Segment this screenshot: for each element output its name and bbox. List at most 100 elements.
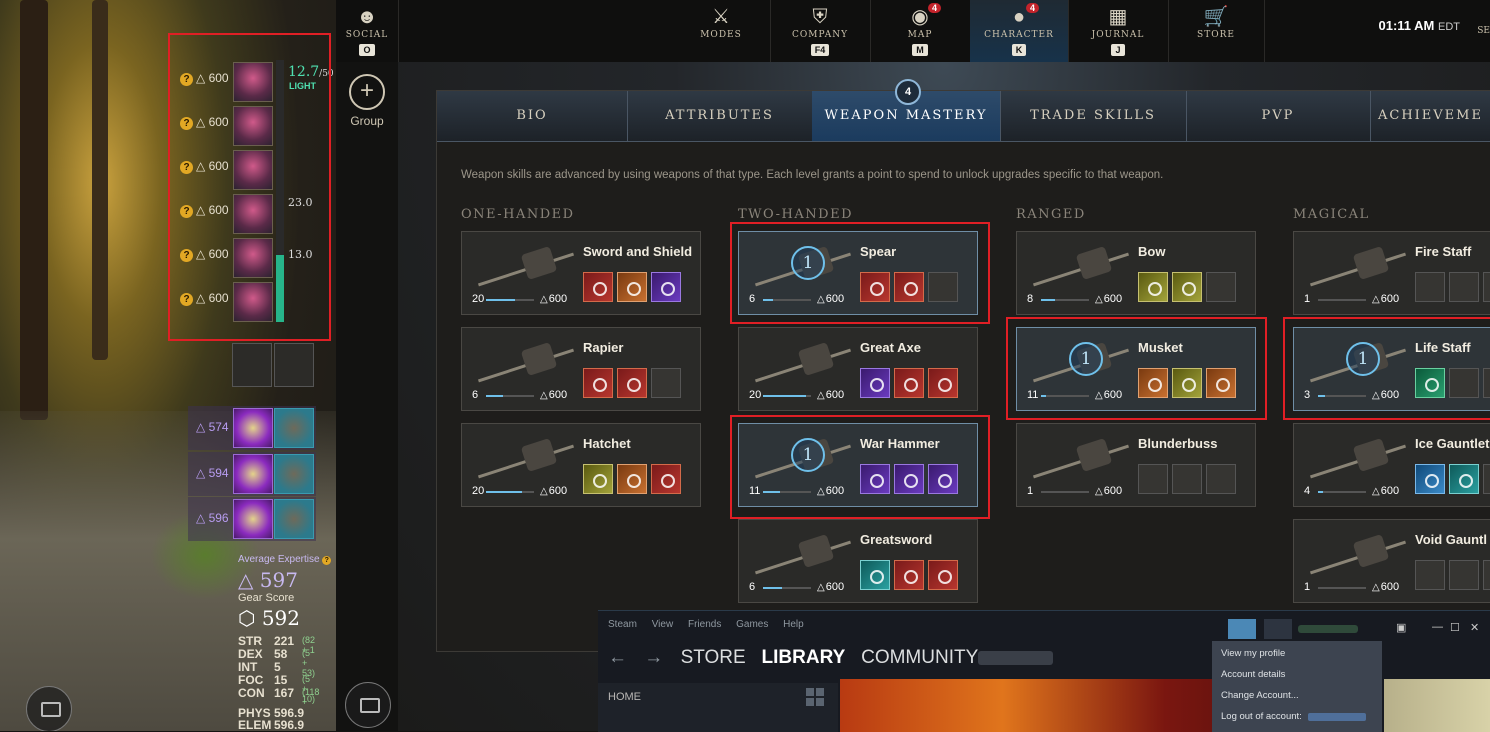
- skill-slot-icon[interactable]: [1483, 272, 1490, 302]
- nav-journal[interactable]: ▦ JOURNAL J: [1068, 0, 1169, 62]
- skill-slot-icon[interactable]: [1138, 272, 1168, 302]
- skill-slot-icon[interactable]: [1138, 464, 1168, 494]
- skill-slot-icon[interactable]: [1172, 272, 1202, 302]
- gear-slot-shield[interactable]: ? △ 600: [180, 280, 280, 322]
- gear-slot-hands[interactable]: ? △ 600: [180, 148, 280, 190]
- weapon-card[interactable]: Greatsword 6 600: [738, 519, 978, 603]
- skill-slot-icon[interactable]: [860, 464, 890, 494]
- weapon-card[interactable]: Musket 11 600 1: [1016, 327, 1256, 411]
- skill-slot-icon[interactable]: [1172, 368, 1202, 398]
- nav-company[interactable]: ⛨ COMPANY F4: [770, 0, 871, 62]
- skill-slot-icon[interactable]: [1206, 368, 1236, 398]
- skill-slot-icon[interactable]: [583, 368, 613, 398]
- skill-slot-icon[interactable]: [860, 560, 890, 590]
- skill-slot-icon[interactable]: [1138, 368, 1168, 398]
- game-banner[interactable]: [1384, 679, 1490, 732]
- weapon-card[interactable]: Void Gauntl 1 600: [1293, 519, 1490, 603]
- skill-slot-icon[interactable]: [860, 368, 890, 398]
- forward-arrow-icon[interactable]: →: [644, 647, 663, 668]
- tab-achievements[interactable]: ACHIEVEME: [1370, 91, 1490, 141]
- skill-slot-icon[interactable]: [928, 560, 958, 590]
- skill-slot-icon[interactable]: [894, 464, 924, 494]
- skill-slot-icon[interactable]: [651, 368, 681, 398]
- add-group-button[interactable]: +: [349, 74, 385, 110]
- weapon-card[interactable]: Sword and Shield 20 600: [461, 231, 701, 315]
- home-button[interactable]: HOME: [598, 683, 838, 732]
- skill-slot-icon[interactable]: [583, 464, 613, 494]
- skill-slot-icon[interactable]: [651, 464, 681, 494]
- maximize-icon[interactable]: ☐: [1450, 621, 1460, 634]
- skill-slot-icon[interactable]: [651, 272, 681, 302]
- tab-trade-skills[interactable]: TRADE SKILLS: [1000, 91, 1187, 141]
- skill-slot-icon[interactable]: [617, 464, 647, 494]
- skill-slot-icon[interactable]: [928, 368, 958, 398]
- grid-view-icon[interactable]: [806, 688, 826, 708]
- skill-slot-icon[interactable]: [1415, 368, 1445, 398]
- skill-slot-icon[interactable]: [1206, 272, 1236, 302]
- weapon-card[interactable]: Spear 6 600 1: [738, 231, 978, 315]
- skill-slot-icon[interactable]: [1483, 464, 1490, 494]
- menu-help[interactable]: Help: [783, 619, 804, 630]
- weapon-card[interactable]: Rapier 6 600: [461, 327, 701, 411]
- weapon-card[interactable]: Hatchet 20 600: [461, 423, 701, 507]
- skill-slot-icon[interactable]: [928, 464, 958, 494]
- announcement-icon[interactable]: [1228, 619, 1256, 639]
- gear-slot-legs[interactable]: ? △ 600: [180, 192, 280, 234]
- skill-slot-icon[interactable]: [1449, 560, 1479, 590]
- skill-slot-icon[interactable]: [1206, 464, 1236, 494]
- skill-slot-icon[interactable]: [1449, 272, 1479, 302]
- weapon-card[interactable]: Life Staff 3 600 1: [1293, 327, 1490, 411]
- nav-community-link[interactable]: COMMUNITY: [861, 647, 978, 668]
- nav-store[interactable]: 🛒 STORE: [1168, 0, 1265, 62]
- menu-view[interactable]: View: [652, 619, 674, 630]
- weapon-slot[interactable]: [232, 343, 272, 387]
- weapon-card[interactable]: War Hammer 11 600 1: [738, 423, 978, 507]
- skill-slot-icon[interactable]: [894, 272, 924, 302]
- gear-slot-chest[interactable]: ? △ 600: [180, 104, 280, 146]
- menu-steam[interactable]: Steam: [608, 619, 637, 630]
- tab-pvp[interactable]: PVP: [1186, 91, 1371, 141]
- menu-friends[interactable]: Friends: [688, 619, 721, 630]
- skill-slot-icon[interactable]: [1415, 464, 1445, 494]
- skill-slot-icon[interactable]: [894, 368, 924, 398]
- minimize-icon[interactable]: —: [1432, 621, 1443, 633]
- accessory-row[interactable]: △ 596: [188, 497, 316, 541]
- skill-slot-icon[interactable]: [617, 368, 647, 398]
- notification-icon[interactable]: [1264, 619, 1292, 639]
- skill-slot-icon[interactable]: [1172, 464, 1202, 494]
- skill-slot-icon[interactable]: [1449, 368, 1479, 398]
- nav-map[interactable]: ◉ 4 MAP M: [870, 0, 971, 62]
- menu-games[interactable]: Games: [736, 619, 768, 630]
- nav-store-link[interactable]: STORE: [681, 647, 746, 668]
- weapon-card[interactable]: Great Axe 20 600: [738, 327, 978, 411]
- skill-slot-icon[interactable]: [928, 272, 958, 302]
- chat-icon[interactable]: [345, 682, 391, 728]
- nav-character[interactable]: ● 4 CHARACTER K: [970, 0, 1069, 62]
- weapon-card[interactable]: Ice Gauntlet 4 600: [1293, 423, 1490, 507]
- skill-slot-icon[interactable]: [1483, 560, 1490, 590]
- screenshot-icon[interactable]: ▣: [1396, 621, 1406, 634]
- nav-settings-label[interactable]: SE: [1477, 26, 1490, 36]
- nav-social[interactable]: ☻ SOCIAL O: [336, 0, 399, 62]
- menu-view-profile[interactable]: View my profile: [1221, 648, 1285, 659]
- skill-slot-icon[interactable]: [617, 272, 647, 302]
- tab-attributes[interactable]: ATTRIBUTES: [627, 91, 813, 141]
- accessory-row[interactable]: △ 574: [188, 406, 316, 450]
- weapon-card[interactable]: Bow 8 600: [1016, 231, 1256, 315]
- back-arrow-icon[interactable]: ←: [608, 647, 627, 668]
- skill-slot-icon[interactable]: [1483, 368, 1490, 398]
- tab-bio[interactable]: BIO: [437, 91, 628, 141]
- chat-icon[interactable]: [26, 686, 72, 731]
- gear-slot-feet[interactable]: ? △ 600: [180, 236, 280, 278]
- close-icon[interactable]: ✕: [1470, 621, 1479, 634]
- weapon-card[interactable]: Blunderbuss 1 600: [1016, 423, 1256, 507]
- menu-change-account[interactable]: Change Account...: [1221, 690, 1299, 701]
- skill-slot-icon[interactable]: [860, 272, 890, 302]
- skill-slot-icon[interactable]: [894, 560, 924, 590]
- skill-slot-icon[interactable]: [1415, 560, 1445, 590]
- weapon-card[interactable]: Fire Staff 1 600: [1293, 231, 1490, 315]
- nav-library-link[interactable]: LIBRARY: [762, 647, 846, 668]
- gear-slot-head[interactable]: ? △ 600: [180, 60, 280, 102]
- skill-slot-icon[interactable]: [1415, 272, 1445, 302]
- skill-slot-icon[interactable]: [1449, 464, 1479, 494]
